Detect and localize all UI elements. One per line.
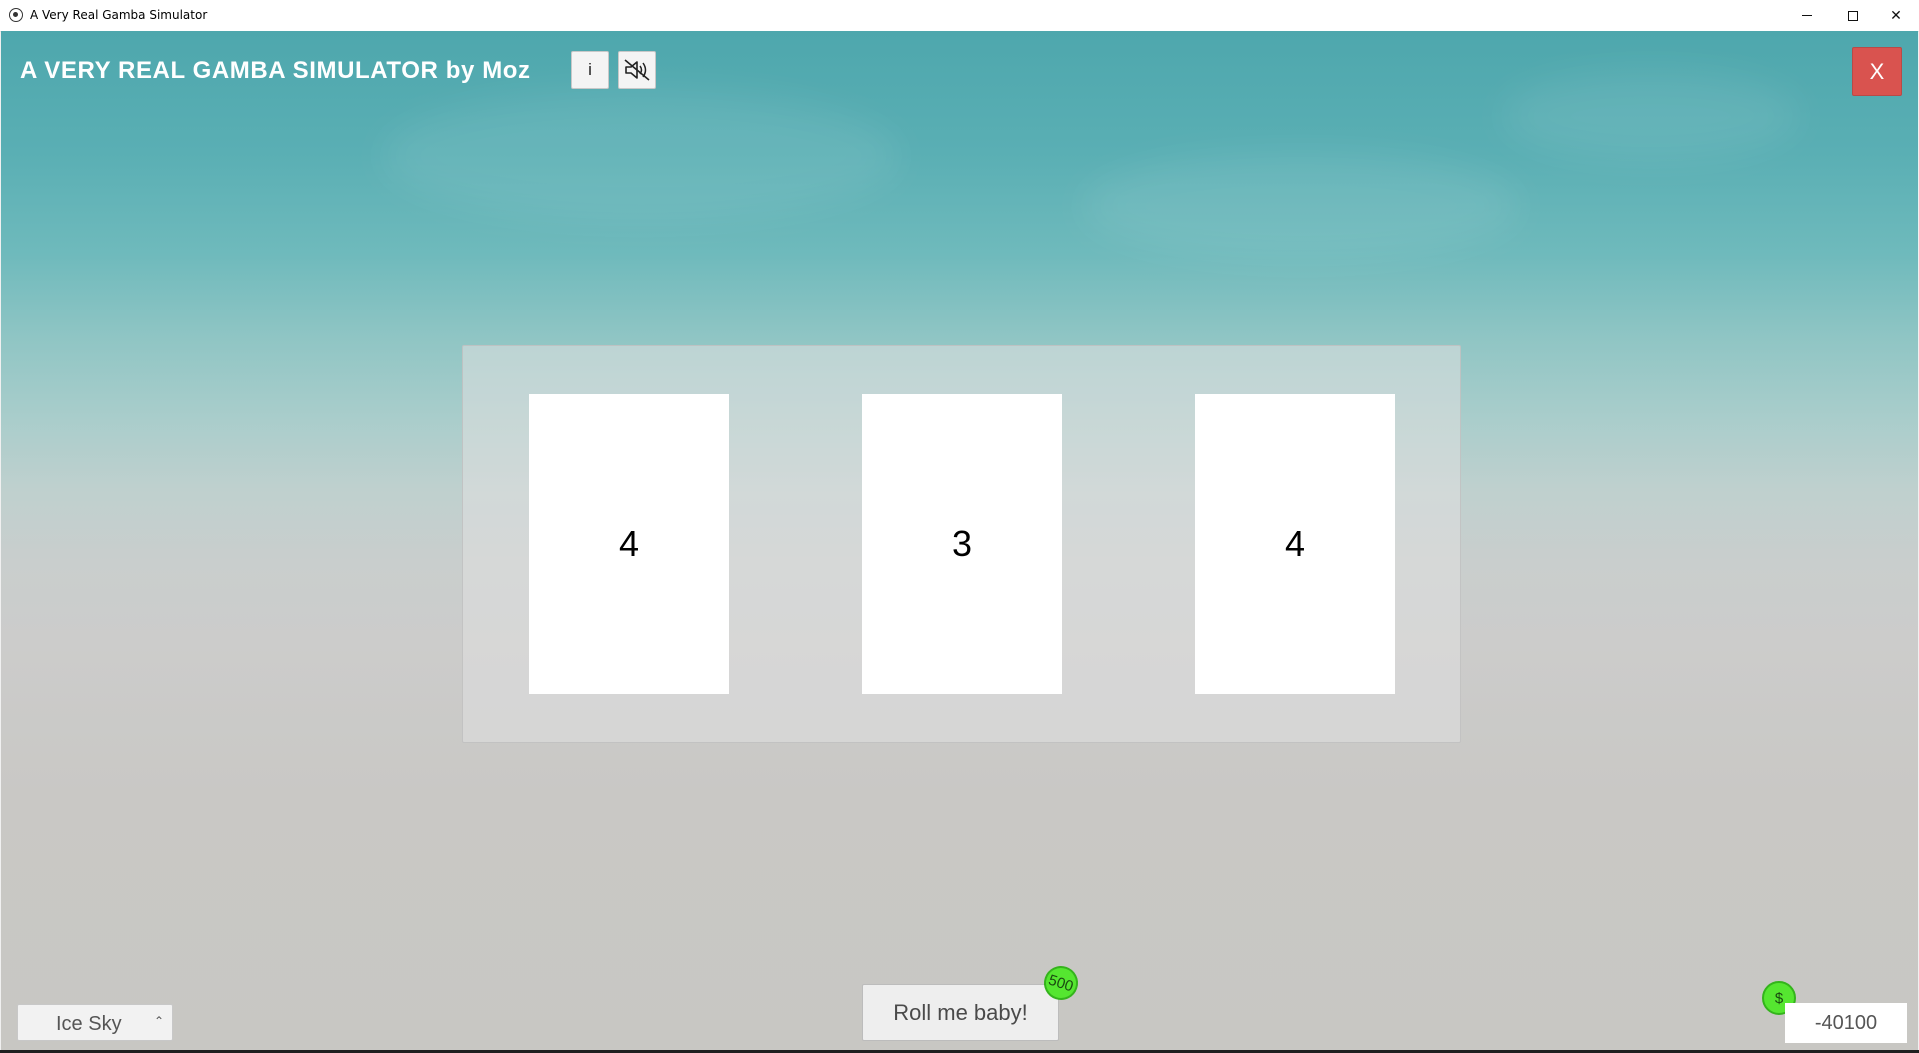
game-area: A VERY REAL GAMBA SIMULATOR by Moz i X 4… bbox=[1, 31, 1918, 1050]
close-icon: ✕ bbox=[1890, 7, 1902, 24]
mute-button[interactable] bbox=[618, 51, 656, 89]
maximize-button[interactable] bbox=[1830, 0, 1876, 31]
window-close-button[interactable]: ✕ bbox=[1873, 0, 1919, 31]
game-title: A VERY REAL GAMBA SIMULATOR by Moz bbox=[20, 57, 531, 84]
reel-2: 3 bbox=[862, 394, 1062, 694]
theme-selected-value: Ice Sky bbox=[56, 1013, 122, 1035]
cloud-decoration bbox=[1081, 151, 1521, 261]
close-game-label: X bbox=[1869, 58, 1885, 84]
slot-machine-panel: 4 3 4 bbox=[462, 345, 1461, 743]
minimize-icon bbox=[1802, 15, 1812, 16]
info-label: i bbox=[588, 60, 592, 79]
speaker-muted-icon bbox=[624, 59, 650, 81]
maximize-icon bbox=[1848, 10, 1858, 21]
reel-value: 4 bbox=[1284, 523, 1306, 564]
roll-button[interactable]: Roll me baby! bbox=[862, 984, 1059, 1041]
balance-amount: -40100 bbox=[1814, 1011, 1878, 1034]
reel-value: 4 bbox=[618, 523, 640, 564]
info-button[interactable]: i bbox=[571, 51, 609, 89]
cloud-decoration bbox=[1501, 71, 1801, 161]
app-window: A Very Real Gamba Simulator ✕ A VERY REA… bbox=[0, 0, 1919, 1053]
close-game-button[interactable]: X bbox=[1852, 47, 1902, 96]
minimize-button[interactable] bbox=[1784, 0, 1830, 31]
reel-3: 4 bbox=[1195, 394, 1395, 694]
roll-button-label: Roll me baby! bbox=[893, 999, 1028, 1025]
window-title: A Very Real Gamba Simulator bbox=[30, 8, 208, 22]
app-icon bbox=[9, 8, 23, 22]
reel-1: 4 bbox=[529, 394, 729, 694]
cloud-decoration bbox=[381, 91, 901, 221]
currency-symbol: $ bbox=[1774, 989, 1784, 1007]
roll-cost: 500 bbox=[1046, 971, 1076, 995]
balance-display: -40100 bbox=[1785, 1003, 1907, 1043]
window-titlebar: A Very Real Gamba Simulator ✕ bbox=[0, 0, 1919, 32]
theme-dropdown[interactable]: Ice Sky ⌃ bbox=[17, 1004, 173, 1041]
reel-value: 3 bbox=[951, 523, 973, 564]
chevron-up-icon: ⌃ bbox=[153, 1014, 164, 1028]
